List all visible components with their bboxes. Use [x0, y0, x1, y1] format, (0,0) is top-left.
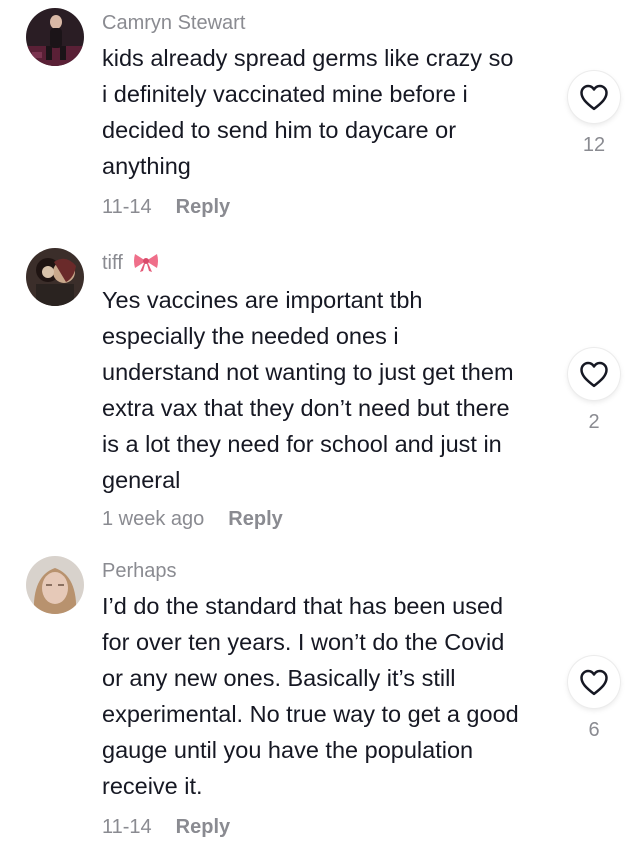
like-control: 12	[568, 71, 620, 157]
avatar-photo-icon	[26, 556, 84, 614]
comment-item: tiff Yes vaccines are important tbh espe…	[0, 238, 640, 538]
avatar-photo-icon	[26, 248, 84, 306]
comment-item: Camryn Stewart kids already spread germs…	[0, 0, 640, 230]
comment-text-line: or any new ones. Basically it’s still	[102, 665, 456, 691]
comment-text: Yes vaccines are important tbh especiall…	[102, 282, 562, 498]
comment-timestamp: 11-14	[102, 196, 152, 218]
comment-text-line: i definitely vaccinated mine before i	[102, 81, 468, 107]
heart-outline-icon	[580, 84, 608, 111]
comment-text-line: understand not wanting to just get them	[102, 359, 514, 385]
comment-meta: 1 week ago Reply	[102, 506, 283, 532]
comment-text-line: is a lot they need for school and just i…	[102, 431, 502, 457]
comment-meta: 11-14 Reply	[102, 814, 230, 840]
comment-username[interactable]: Camryn Stewart	[102, 10, 245, 36]
comment-text: I’d do the standard that has been used f…	[102, 588, 562, 804]
comment-text-line: general	[102, 467, 181, 493]
comment-meta: 11-14 Reply	[102, 194, 230, 220]
comment-timestamp: 1 week ago	[102, 508, 205, 530]
reply-button[interactable]: Reply	[176, 196, 230, 218]
comment-timestamp: 11-14	[102, 816, 152, 838]
like-count: 12	[582, 134, 606, 156]
heart-outline-icon	[580, 361, 608, 388]
comment-text-line: especially the needed ones i	[102, 323, 399, 349]
avatar[interactable]	[26, 248, 84, 306]
avatar[interactable]	[26, 8, 84, 66]
comment-text-line: for over ten years. I won’t do the Covid	[102, 629, 505, 655]
heart-outline-icon	[580, 669, 608, 696]
comment-text-line: extra vax that they don’t need but there	[102, 395, 510, 421]
username-text: tiff	[102, 252, 123, 274]
comment-text-line: anything	[102, 153, 191, 179]
bow-icon	[134, 254, 159, 272]
comment-username[interactable]: Perhaps	[102, 558, 177, 584]
comment-text-line: decided to send him to daycare or	[102, 117, 457, 143]
like-control: 2	[568, 348, 620, 434]
like-button[interactable]	[568, 348, 620, 400]
avatar[interactable]	[26, 556, 84, 614]
like-button[interactable]	[568, 656, 620, 708]
comment-text-line: kids already spread germs like crazy so	[102, 45, 514, 71]
comment-username[interactable]: tiff	[102, 250, 160, 276]
like-count: 6	[588, 719, 600, 741]
like-button[interactable]	[568, 71, 620, 123]
comment-text-line: I’d do the standard that has been used	[102, 593, 504, 619]
avatar-photo-icon	[26, 8, 84, 66]
comment-text-line: Yes vaccines are important tbh	[102, 287, 423, 313]
comment-text: kids already spread germs like crazy so …	[102, 40, 562, 184]
like-count: 2	[588, 411, 600, 433]
reply-button[interactable]: Reply	[228, 508, 282, 530]
like-control: 6	[568, 656, 620, 742]
comment-text-line: receive it.	[102, 773, 203, 799]
comment-item: Perhaps I’d do the standard that has bee…	[0, 550, 640, 850]
comment-text-line: experimental. No true way to get a good	[102, 701, 519, 727]
reply-button[interactable]: Reply	[176, 816, 230, 838]
comment-text-line: gauge until you have the population	[102, 737, 474, 763]
